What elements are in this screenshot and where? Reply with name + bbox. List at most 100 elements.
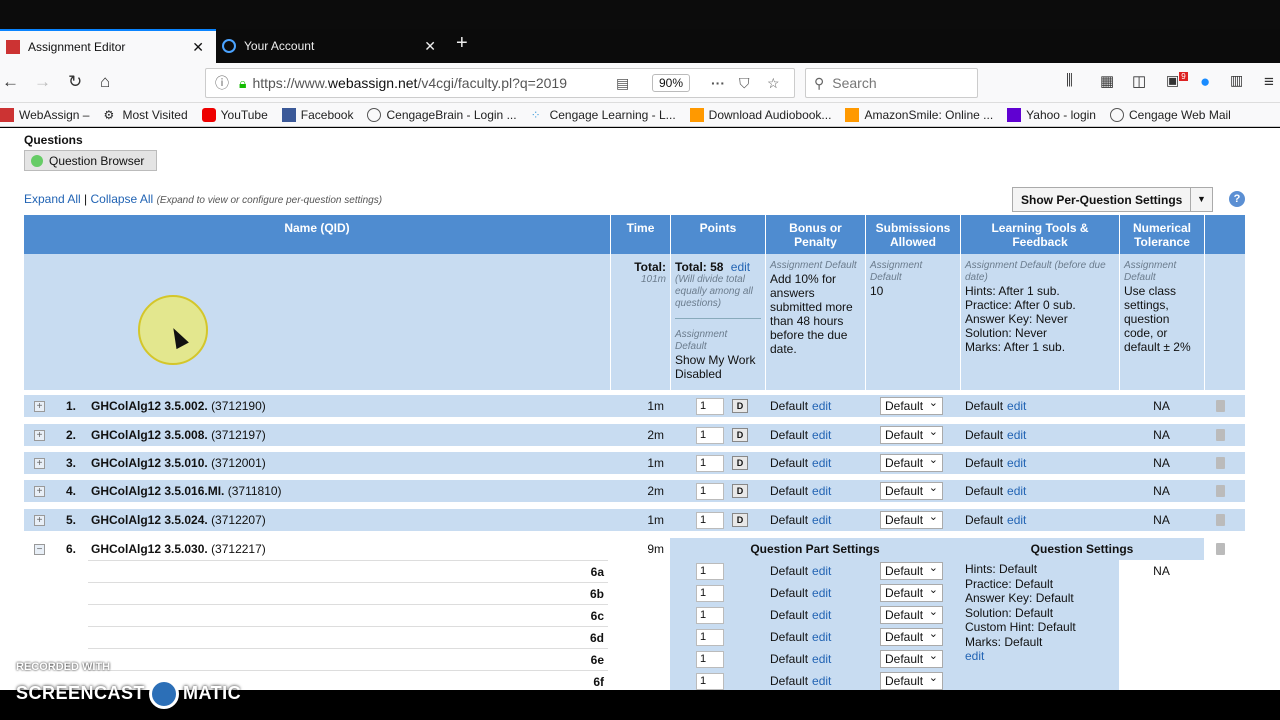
expand-icon[interactable]: + — [34, 400, 45, 412]
bonus-edit-link[interactable]: edit — [812, 456, 831, 470]
close-tab-icon[interactable]: ✕ — [424, 38, 436, 55]
bookmark-cengagebrain[interactable]: CengageBrain - Login ... — [367, 107, 517, 122]
trash-icon[interactable] — [1216, 485, 1225, 497]
show-my-work-button[interactable]: D — [732, 484, 748, 498]
question-row[interactable]: +5. GHColAlg12 3.5.024. (3712207) 1m 1 D Defa… — [24, 509, 1245, 531]
grid-icon[interactable]: ▥ — [1230, 72, 1243, 89]
reader-view-icon[interactable]: ▤ — [616, 75, 629, 92]
trash-icon[interactable] — [1216, 400, 1225, 412]
question-name[interactable]: GHColAlg12 3.5.002. — [91, 399, 208, 413]
bonus-edit-link[interactable]: edit — [812, 399, 831, 413]
question-name[interactable]: GHColAlg12 3.5.030. — [91, 542, 208, 556]
points-edit-link[interactable]: edit — [731, 260, 750, 274]
part-points-input[interactable]: 1 — [696, 650, 724, 668]
show-my-work-button[interactable]: D — [732, 428, 748, 442]
bookmark-cengage-mail[interactable]: Cengage Web Mail — [1109, 107, 1231, 122]
tab-your-account[interactable]: Your Account ✕ — [216, 29, 448, 63]
bookmark-audiobook[interactable]: Download Audiobook... — [689, 107, 831, 122]
home-icon[interactable]: ⌂ — [100, 72, 110, 92]
part-submissions-select[interactable]: Default — [880, 560, 943, 580]
bookmark-yahoo[interactable]: Yahoo - login — [1007, 107, 1096, 122]
question-browser-button[interactable]: Question Browser — [24, 150, 157, 171]
help-icon[interactable]: ? — [1229, 191, 1245, 207]
part-bonus-edit-link[interactable]: edit — [812, 608, 831, 622]
points-input[interactable]: 1 — [696, 426, 724, 444]
bookmark-star-icon[interactable]: ☆ — [767, 75, 780, 92]
close-tab-icon[interactable]: ✕ — [192, 39, 204, 56]
submissions-select[interactable]: Default — [880, 509, 943, 529]
collapse-all-link[interactable]: Collapse All — [91, 192, 154, 206]
question-row[interactable]: +1. GHColAlg12 3.5.002. (3712190) 1m 1 D Defa… — [24, 395, 1245, 417]
question-name[interactable]: GHColAlg12 3.5.024. — [91, 513, 208, 527]
collapse-icon[interactable]: − — [34, 543, 45, 555]
question-row[interactable]: +2. GHColAlg12 3.5.008. (3712197) 2m 1 D Defa… — [24, 424, 1245, 446]
reload-icon[interactable]: ↻ — [68, 72, 82, 92]
points-input[interactable]: 1 — [696, 511, 724, 529]
trash-icon[interactable] — [1216, 429, 1225, 441]
question-6-row[interactable]: − 6. GHColAlg12 3.5.030. (3712217) 9m Qu… — [24, 538, 1245, 560]
bonus-edit-link[interactable]: edit — [812, 428, 831, 442]
part-bonus-edit-link[interactable]: edit — [812, 630, 831, 644]
part-submissions-select[interactable]: Default — [880, 626, 943, 646]
expand-icon[interactable]: + — [34, 485, 45, 497]
points-input[interactable]: 1 — [696, 482, 724, 500]
expand-icon[interactable]: + — [34, 429, 45, 441]
bookmark-youtube[interactable]: YouTube — [201, 107, 268, 122]
show-my-work-button[interactable]: D — [732, 456, 748, 470]
part-points-input[interactable]: 1 — [696, 672, 724, 690]
part-points-input[interactable]: 1 — [696, 562, 724, 580]
expand-icon[interactable]: + — [34, 514, 45, 526]
part-points-input[interactable]: 1 — [696, 606, 724, 624]
info-icon[interactable]: ⓘ — [215, 73, 229, 93]
tools-edit-link[interactable]: edit — [1007, 484, 1026, 498]
question-settings-edit-link[interactable]: edit — [965, 649, 984, 663]
submissions-select[interactable]: Default — [880, 480, 943, 500]
search-box[interactable]: ⚲ Search — [805, 68, 978, 98]
show-per-question-settings-button[interactable]: Show Per-Question Settings ▼ — [1012, 187, 1213, 212]
url-bar[interactable]: ⓘ 🔒︎ https://www.webassign.net/v4cgi/fac… — [205, 68, 795, 98]
forward-icon[interactable]: → — [34, 72, 51, 92]
tools-edit-link[interactable]: edit — [1007, 428, 1026, 442]
bookmark-cengage-learning[interactable]: ⁘ Cengage Learning - L... — [531, 108, 676, 122]
new-tab-icon[interactable]: + — [456, 32, 468, 55]
question-row[interactable]: +3. GHColAlg12 3.5.010. (3712001) 1m 1 D Defa… — [24, 452, 1245, 474]
expand-all-link[interactable]: Expand All — [24, 192, 81, 206]
part-points-input[interactable]: 1 — [696, 628, 724, 646]
back-icon[interactable]: ← — [2, 72, 19, 92]
sync-icon[interactable]: ● — [1200, 72, 1210, 92]
part-points-input[interactable]: 1 — [696, 584, 724, 602]
zoom-level[interactable]: 90% — [652, 74, 691, 92]
question-name[interactable]: GHColAlg12 3.5.016.MI. — [91, 484, 224, 498]
trash-icon[interactable] — [1216, 514, 1225, 526]
part-bonus-edit-link[interactable]: edit — [812, 586, 831, 600]
tools-edit-link[interactable]: edit — [1007, 399, 1026, 413]
part-bonus-edit-link[interactable]: edit — [812, 652, 831, 666]
submissions-select[interactable]: Default — [880, 395, 943, 415]
part-submissions-select[interactable]: Default — [880, 670, 943, 690]
part-submissions-select[interactable]: Default — [880, 648, 943, 668]
tools-edit-link[interactable]: edit — [1007, 456, 1026, 470]
expand-icon[interactable]: + — [34, 457, 45, 469]
submissions-select[interactable]: Default — [880, 452, 943, 472]
menu-icon[interactable]: ≡ — [1264, 72, 1274, 92]
part-bonus-edit-link[interactable]: edit — [812, 564, 831, 578]
tab-assignment-editor[interactable]: Assignment Editor ✕ — [0, 29, 216, 63]
question-row[interactable]: +4. GHColAlg12 3.5.016.MI. (3711810) 2m 1 D D… — [24, 480, 1245, 502]
bookmark-webassign[interactable]: WebAssign – — [0, 107, 89, 122]
points-input[interactable]: 1 — [696, 454, 724, 472]
question-name[interactable]: GHColAlg12 3.5.008. — [91, 428, 208, 442]
sidebar-icon[interactable]: ◫ — [1132, 72, 1146, 90]
part-bonus-edit-link[interactable]: edit — [812, 674, 831, 688]
extension-icon[interactable]: ▦ — [1100, 72, 1114, 90]
page-actions-icon[interactable]: ··· — [711, 75, 725, 91]
bookmark-amazonsmile[interactable]: AmazonSmile: Online ... — [845, 107, 993, 122]
submissions-select[interactable]: Default — [880, 424, 943, 444]
part-submissions-select[interactable]: Default — [880, 604, 943, 624]
points-input[interactable]: 1 — [696, 397, 724, 415]
bonus-edit-link[interactable]: edit — [812, 513, 831, 527]
show-my-work-button[interactable]: D — [732, 399, 748, 413]
bookmark-facebook[interactable]: Facebook — [281, 107, 353, 122]
question-name[interactable]: GHColAlg12 3.5.010. — [91, 456, 208, 470]
trash-icon[interactable] — [1216, 457, 1225, 469]
trash-icon[interactable] — [1216, 543, 1225, 555]
